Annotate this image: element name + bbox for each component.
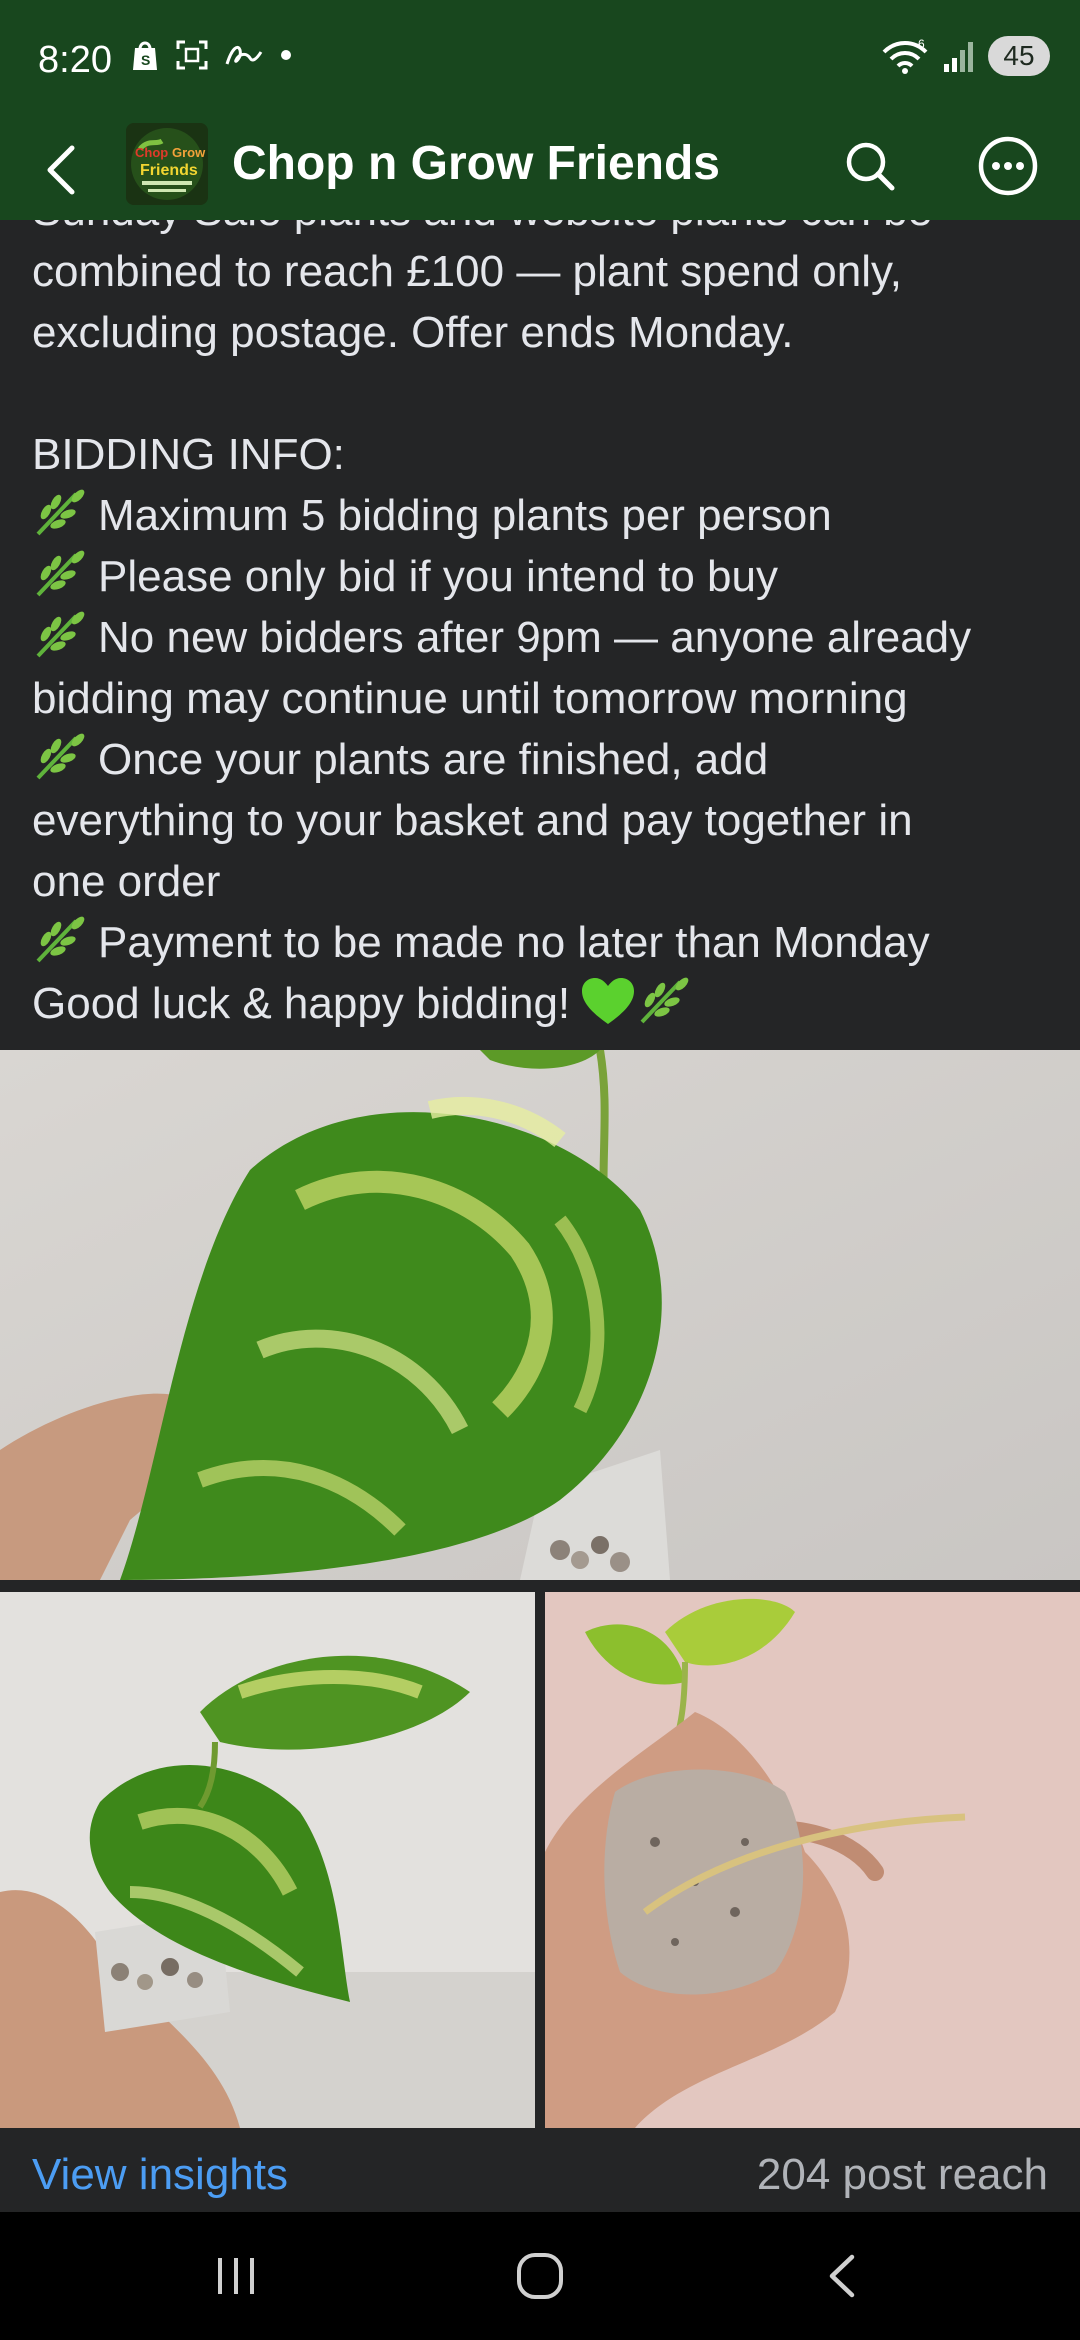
bullet-item: Once your plants are finished, add: [32, 729, 1052, 790]
system-back-button[interactable]: [792, 2236, 892, 2316]
bullet-item: Payment to be made no later than Monday: [32, 912, 1052, 973]
closing-line: Good luck & happy bidding!: [32, 973, 1052, 1034]
svg-text:6: 6: [918, 37, 925, 51]
battery-icon: 45: [988, 36, 1050, 76]
shop-icon: S: [133, 41, 157, 70]
svg-text:Grow: Grow: [172, 145, 206, 160]
screenshot-icon: [176, 40, 208, 70]
post-text-line: excluding postage. Offer ends Monday.: [32, 308, 794, 357]
svg-text:S: S: [141, 52, 150, 68]
more-options-button[interactable]: [968, 126, 1048, 206]
post-photo-small-right[interactable]: [545, 1592, 1080, 2128]
post-text-line: combined to reach £100 — plant spend onl…: [32, 247, 902, 296]
post-photo-large[interactable]: [0, 1050, 1080, 1580]
search-button[interactable]: [830, 126, 910, 206]
app-bar: Chop Grow Friends Chop n Grow Friends: [0, 120, 1080, 220]
herb-icon: [36, 916, 85, 963]
recents-icon: [218, 2258, 254, 2294]
post-reach-count: 204 post reach: [756, 2150, 1048, 2199]
herb-icon: [36, 611, 85, 658]
back-arrow-icon: [47, 145, 75, 195]
status-left-icons: S: [130, 38, 294, 72]
group-avatar[interactable]: Chop Grow Friends: [126, 123, 208, 205]
view-insights-link[interactable]: View insights: [32, 2148, 288, 2202]
home-button[interactable]: [490, 2236, 590, 2316]
bullet-continuation: everything to your basket and pay togeth…: [32, 796, 913, 845]
status-right-icons: 6 45: [880, 36, 1050, 76]
more-icon: [978, 136, 1038, 196]
status-time: 8:20: [38, 39, 112, 81]
bullet-text: No new bidders after 9pm — anyone alread…: [98, 613, 972, 662]
bullet-item: Maximum 5 bidding plants per person: [32, 485, 1052, 546]
herb-icon: [640, 977, 689, 1024]
bullet-continuation: bidding may continue until tomorrow morn…: [32, 674, 908, 723]
post-photo-small-left[interactable]: [0, 1592, 535, 2128]
herb-icon: [36, 489, 85, 536]
wifi-icon: 6: [882, 37, 928, 74]
green-heart-icon: [582, 978, 635, 1024]
top-header: 8:20 S 6 45 Chop Grow Friends Chop n Gro…: [0, 0, 1080, 220]
post-text: Sunday Sale plants and website plants ca…: [32, 180, 1052, 1034]
pothos-plant-photo: [0, 1592, 535, 2128]
status-bar: 8:20 S 6 45: [0, 0, 1080, 120]
insights-bar: View insights 204 post reach: [0, 2128, 1080, 2212]
back-chevron-icon: [829, 2254, 855, 2298]
bidding-heading: BIDDING INFO:: [32, 430, 345, 479]
bullet-text: Once your plants are finished, add: [98, 735, 769, 784]
svg-text:Friends: Friends: [140, 162, 198, 179]
group-title[interactable]: Chop n Grow Friends: [232, 134, 720, 194]
cutting-roots-photo: [545, 1592, 1080, 2128]
bullet-continuation: one order: [32, 857, 221, 906]
closing-text: Good luck & happy bidding!: [32, 979, 571, 1028]
home-icon: [517, 2253, 563, 2299]
system-nav-bar: [0, 2212, 1080, 2340]
bullet-item: No new bidders after 9pm — anyone alread…: [32, 607, 1052, 668]
bullet-text: Payment to be made no later than Monday: [98, 918, 930, 967]
bullet-text: Please only bid if you intend to buy: [98, 552, 779, 601]
signature-icon: [225, 45, 263, 65]
svg-text:Chop: Chop: [135, 145, 168, 160]
signal-icon: [944, 42, 973, 72]
bullet-text: Maximum 5 bidding plants per person: [98, 491, 832, 540]
dot-icon: [281, 50, 291, 60]
herb-icon: [36, 550, 85, 597]
search-icon: [846, 142, 895, 191]
bullet-item: Please only bid if you intend to buy: [32, 546, 1052, 607]
herb-icon: [36, 733, 85, 780]
pothos-leaf-photo: [0, 1050, 1080, 1580]
recents-button[interactable]: [186, 2236, 286, 2316]
group-logo-icon: Chop Grow Friends: [126, 123, 208, 205]
back-button[interactable]: [26, 134, 98, 206]
